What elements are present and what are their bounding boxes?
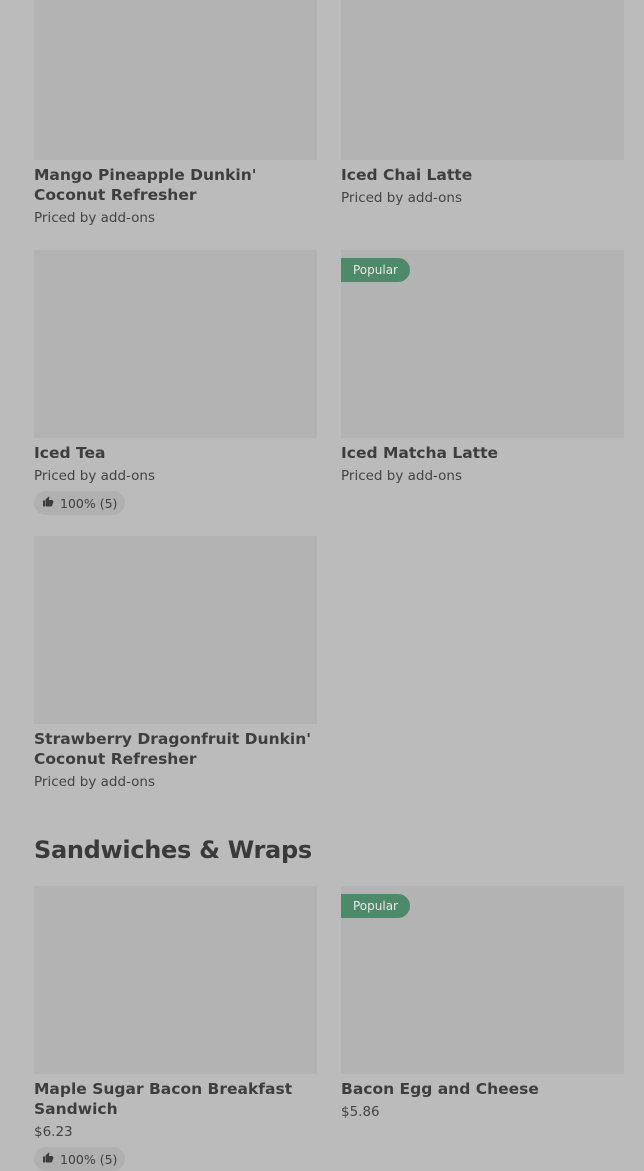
thumbs-up-icon [42,496,54,511]
item-image [341,0,624,160]
menu-item-card[interactable]: Maple Sugar Bacon Breakfast Sandwich $6.… [34,886,317,1171]
rating-badge: 100% (5) [34,491,126,515]
menu-item-card[interactable]: Mango Pineapple Dunkin' Coconut Refreshe… [34,0,317,227]
item-price: Priced by add-ons [34,774,156,790]
item-name: Bacon Egg and Cheese [341,1080,539,1098]
item-price: Priced by add-ons [34,468,156,484]
section-title: Sandwiches & Wraps [34,836,312,864]
rating-text: 100% (5) [60,495,118,511]
item-name: Strawberry Dragonfruit Dunkin' Coconut R… [34,730,312,768]
menu-item-card[interactable]: Iced Tea Priced by add-ons 100% (5) [34,250,317,515]
item-image [34,886,317,1074]
item-price: Priced by add-ons [34,210,156,226]
item-price: Priced by add-ons [341,468,463,484]
item-image [34,250,317,438]
item-price: $6.23 [34,1124,73,1140]
menu-item-card[interactable]: Popular Bacon Egg and Cheese $5.86 [341,886,624,1121]
item-price: $5.86 [341,1104,380,1120]
menu-item-card[interactable]: Popular Iced Matcha Latte Priced by add-… [341,250,624,485]
item-price: Priced by add-ons [341,190,463,206]
menu-item-card[interactable]: Strawberry Dragonfruit Dunkin' Coconut R… [34,536,317,791]
rating-text: 100% (5) [60,1151,118,1167]
item-name: Mango Pineapple Dunkin' Coconut Refreshe… [34,166,257,204]
item-image [34,536,317,724]
item-name: Iced Tea [34,444,106,462]
item-name: Maple Sugar Bacon Breakfast Sandwich [34,1080,293,1118]
item-name: Iced Chai Latte [341,166,473,184]
menu-item-card[interactable]: Iced Chai Latte Priced by add-ons [341,0,624,207]
item-image: Popular [341,250,624,438]
rating-badge: 100% (5) [34,1147,126,1171]
item-image: Popular [341,886,624,1074]
item-name: Iced Matcha Latte [341,444,498,462]
thumbs-up-icon [42,1152,54,1167]
item-image [34,0,317,160]
popular-badge: Popular [341,258,410,282]
popular-badge: Popular [341,894,410,918]
